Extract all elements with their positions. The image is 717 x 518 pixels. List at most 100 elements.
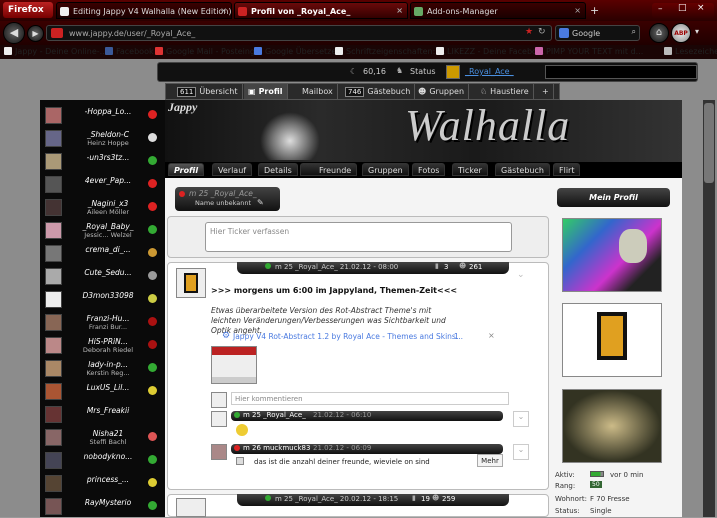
comment-input[interactable]: Hier kommentieren <box>231 392 509 405</box>
bookmark-likezz[interactable]: LIKEZZ - Deine Facebo... <box>436 47 544 56</box>
profile-photo[interactable] <box>562 303 662 377</box>
facebook-icon <box>105 47 113 55</box>
mein-profil-button[interactable]: Mein Profil <box>557 188 670 207</box>
minimize-icon[interactable]: – <box>658 4 663 14</box>
wohnort-value[interactable]: F 70 Fresse <box>590 495 630 503</box>
tab-editing[interactable]: Editing Jappy V4 Walhalla (New Edition).… <box>56 2 232 19</box>
tab-profil[interactable]: Profil <box>168 163 205 176</box>
link-title[interactable]: Jappy V4 Rot-Abstract 1.2 by Royal Ace -… <box>233 332 463 341</box>
avatar[interactable] <box>211 411 227 427</box>
reload-icon[interactable]: ↻ <box>538 27 546 37</box>
friend-item[interactable]: D3mon33098 <box>40 288 165 311</box>
friend-item[interactable]: 4ever_Pap... <box>40 173 165 196</box>
avatar[interactable] <box>176 268 206 298</box>
avatar[interactable] <box>211 444 227 460</box>
nav-haustiere[interactable]: ♘ Haustiere <box>476 84 534 99</box>
friend-item[interactable]: Franzi-Hu... Franzi Bur... <box>40 311 165 334</box>
friend-item[interactable]: Mrs_Freakii <box>40 403 165 426</box>
bookmark-facebook[interactable]: Facebook <box>105 47 154 56</box>
page-icon <box>4 47 12 55</box>
back-icon[interactable]: ◀ <box>3 22 25 44</box>
friend-item[interactable]: nobodykno... <box>40 449 165 472</box>
pet-icon: ♘ <box>480 87 488 96</box>
nav-gaestebuch[interactable]: 746 Gästebuch <box>341 84 416 99</box>
friend-item[interactable]: _Royal_Baby_ Jessic... Welzel <box>40 219 165 242</box>
tab-addons[interactable]: Add-ons-Manager × <box>410 2 586 19</box>
bookmark-star-icon[interactable]: ★ <box>525 27 533 37</box>
comment-menu-icon[interactable]: ⌄ <box>513 411 529 427</box>
friend-item[interactable]: crema_di_... <box>40 242 165 265</box>
comment-menu-icon[interactable]: ⌄ <box>513 444 529 460</box>
close-icon[interactable]: × <box>574 6 581 15</box>
close-icon[interactable]: × <box>396 6 403 15</box>
maximize-icon[interactable]: □ <box>678 3 687 13</box>
forward-icon[interactable]: ▶ <box>27 25 44 42</box>
tab-gruppen[interactable]: Gruppen <box>362 163 409 176</box>
home-icon[interactable]: ⌂ <box>649 23 669 43</box>
friend-item[interactable]: _Nagini_x3 Aileen Möller <box>40 196 165 219</box>
username-link[interactable]: _Royal_Ace_ <box>465 67 514 76</box>
search-input[interactable]: Google ⌕ <box>555 25 640 41</box>
jappy-logo[interactable]: Jappy <box>168 100 197 115</box>
nav-profil[interactable]: ▣ Profil <box>244 84 288 99</box>
addon-menu-icon[interactable]: ▾ <box>695 27 699 36</box>
friend-item[interactable]: _Sheldon-C Heinz Hoppe <box>40 127 165 150</box>
bookmark-label: Lesezeichen <box>675 47 717 56</box>
firefox-menu-button[interactable]: Firefox <box>3 2 53 18</box>
bookmark-gmail[interactable]: Google Mail - Posteing... <box>155 47 263 56</box>
tab-flirt[interactable]: Flirt <box>553 163 581 176</box>
nav-gruppen[interactable]: ☻ Gruppen <box>414 84 470 99</box>
post-author[interactable]: m 25 _Royal_Ace_ 20.02.12 - 18:15 <box>275 495 398 503</box>
bookmark-schrift[interactable]: Schriftzeigenschaften: ... <box>335 47 446 56</box>
more-button[interactable]: Mehr <box>477 454 503 467</box>
nav-uebersicht[interactable]: 611 Übersicht <box>173 84 243 99</box>
avatar[interactable] <box>176 498 206 517</box>
friend-name: Franzi-Hu... <box>86 314 130 323</box>
tab-profil[interactable]: Profil von _Royal_Ace_ × <box>234 2 408 19</box>
post-menu-icon[interactable]: ⌄ <box>517 270 525 280</box>
close-window-icon[interactable]: × <box>697 3 705 13</box>
profile-photo[interactable] <box>562 218 662 292</box>
url-bar[interactable]: www.jappy.de/user/_Royal_Ace_ <box>46 25 552 41</box>
edit-icon[interactable]: ✎ <box>257 198 264 207</box>
friend-name: -un3rs3tz... <box>86 153 130 162</box>
bookmark-jappy[interactable]: Jappy - Deine Online-... <box>4 47 107 56</box>
scrollbar-thumb[interactable] <box>704 103 714 183</box>
adblock-button[interactable]: ABP <box>671 23 691 43</box>
post-author[interactable]: m 25 _Royal_Ace_ 21.02.12 - 08:00 <box>275 263 398 271</box>
tab-verlauf[interactable]: Verlauf <box>212 163 253 176</box>
link-thumbnail[interactable] <box>211 346 257 384</box>
tab-details[interactable]: Details <box>258 163 298 176</box>
tab-freunde[interactable]: Freunde <box>300 163 358 176</box>
tab-fotos[interactable]: Fotos <box>412 163 446 176</box>
friend-item[interactable]: RayMysterio <box>40 495 165 518</box>
friend-item[interactable]: LuxUS_Lil... <box>40 380 165 403</box>
close-icon[interactable]: × <box>220 6 227 15</box>
status-link[interactable]: Status <box>410 67 436 76</box>
bookmark-translate[interactable]: Google Übersetzer <box>254 47 340 56</box>
tab-gaestebuch[interactable]: Gästebuch <box>495 163 550 176</box>
profile-photo[interactable] <box>562 389 662 463</box>
new-tab-icon[interactable]: + <box>590 4 599 17</box>
close-icon[interactable]: × <box>488 331 495 340</box>
site-identity-icon[interactable] <box>51 28 63 38</box>
friend-item[interactable]: Nisha21 Steffi Bachl <box>40 426 165 449</box>
bookmark-pimp[interactable]: PIMP YOUR TEXT mit d... <box>535 47 643 56</box>
bookmarks-menu[interactable]: Lesezeichen <box>664 47 717 56</box>
nav-mailbox[interactable]: Mailbox <box>298 84 338 99</box>
friend-item[interactable]: -Hoppa_Lo... <box>40 104 165 127</box>
comment-author[interactable]: m 26 muckmuck83 <box>243 444 310 452</box>
comment-author[interactable]: m 25 _Royal_Ace_ <box>243 411 306 419</box>
friend-item[interactable]: lady-in-p... Kerstin Reg... <box>40 357 165 380</box>
friend-item[interactable]: princess_... <box>40 472 165 495</box>
tab-ticker[interactable]: Ticker <box>452 163 488 176</box>
comment-date: 21.02.12 - 06:09 <box>313 444 372 452</box>
avatar[interactable] <box>446 65 460 79</box>
topbar-search-input[interactable] <box>545 65 697 79</box>
friend-item[interactable]: HiS-PRiN... Deborah Riedel <box>40 334 165 357</box>
friend-item[interactable]: -un3rs3tz... <box>40 150 165 173</box>
ticker-input[interactable]: Hier Ticker verfassen <box>205 222 512 252</box>
search-icon[interactable]: ⌕ <box>632 27 636 37</box>
friend-item[interactable]: Cute_Sedu... <box>40 265 165 288</box>
nav-add[interactable]: + <box>538 84 554 99</box>
